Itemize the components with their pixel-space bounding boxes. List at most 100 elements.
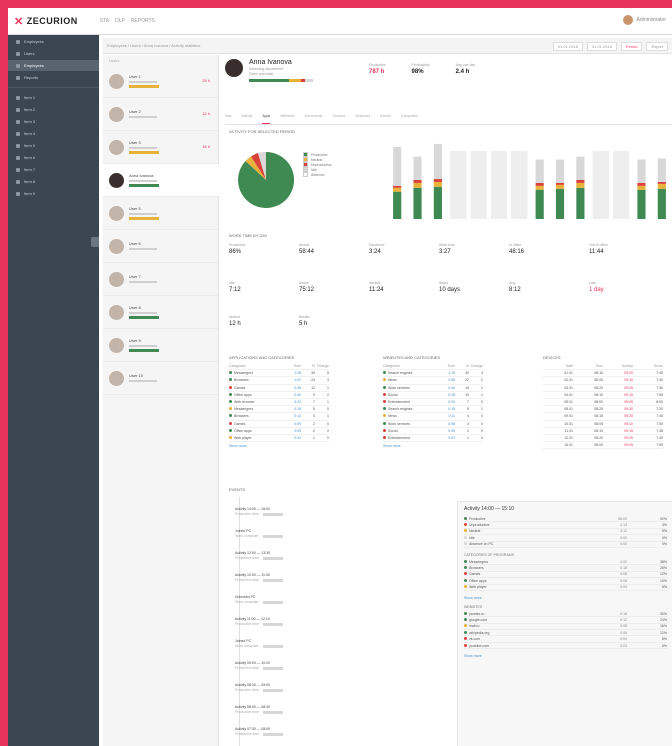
table-row[interactable]: 04.01 08:10 09:15 7:55	[543, 392, 663, 399]
event-item[interactable]: Activity 11:00 — 12:10 Productive time	[235, 617, 435, 626]
column-header[interactable]: Score	[633, 364, 663, 368]
bar-idle[interactable]	[413, 156, 422, 180]
bar-idle[interactable]	[637, 159, 646, 183]
bar-unproductive[interactable]	[535, 182, 544, 186]
table-row[interactable]: Browsers 0:12 3 1	[229, 413, 329, 421]
table-row[interactable]: Entertainment 0:02 1 0	[383, 435, 483, 443]
table-row[interactable]: Web player 0:03 1 0	[229, 435, 329, 443]
event-item[interactable]: Joined PC Work computer	[235, 529, 435, 538]
column-header[interactable]: Time	[287, 364, 301, 368]
detail-programs-more-link[interactable]: Show more	[464, 596, 667, 600]
column-header[interactable]: %	[301, 364, 315, 368]
bar-productive[interactable]	[637, 189, 646, 219]
column-header[interactable]: Date	[543, 364, 573, 368]
date-from[interactable]: 01.01.2018	[552, 42, 583, 51]
tab-apps[interactable]: Apps	[262, 114, 271, 124]
bar-idle[interactable]	[657, 158, 666, 182]
bar-productive[interactable]	[576, 187, 585, 219]
list-item[interactable]: User 3 18 h	[103, 131, 218, 164]
table-row[interactable]: 03.01 08:20 09:25 7:30	[543, 385, 663, 392]
column-header[interactable]: Categories	[383, 364, 441, 368]
bar-productive[interactable]	[413, 187, 422, 219]
period-button[interactable]: Period	[620, 42, 643, 51]
table-row[interactable]: Office apps 0:05 2 0	[229, 428, 329, 435]
table-row[interactable]: Work services 0:08 3 0	[383, 421, 483, 428]
bar-unproductive[interactable]	[393, 185, 402, 188]
table-row[interactable]: Social 0:28 10 1	[383, 392, 483, 399]
bar-productive[interactable]	[393, 191, 402, 219]
export-button[interactable]: Export	[646, 42, 668, 51]
topnav-item-reports[interactable]: REPORTS	[131, 18, 155, 24]
table-row[interactable]: youtube.com 0:03 6%	[464, 643, 667, 650]
sidebar-item[interactable]: Item 7	[8, 164, 99, 175]
bar-idle[interactable]	[433, 143, 442, 180]
list-item[interactable]: User 6	[103, 230, 218, 263]
bar-neutral[interactable]	[657, 183, 666, 189]
show-more-link[interactable]: Show more	[383, 444, 483, 448]
show-more-link[interactable]: Show more	[229, 444, 329, 448]
table-row[interactable]: 11.01 08:10 09:15 7:35	[543, 428, 663, 435]
bar-unproductive[interactable]	[433, 179, 442, 182]
sidebar-item[interactable]: Reports	[8, 72, 99, 83]
table-row[interactable]: Work services 0:40 14 1	[383, 385, 483, 392]
tab-keyboard[interactable]: Keyboard	[355, 114, 370, 124]
table-row[interactable]: 12.01 08:20 09:25 7:40	[543, 435, 663, 443]
user-menu[interactable]: Administrator	[622, 15, 666, 25]
table-row[interactable]: News 0:58 22 2	[383, 377, 483, 385]
table-row[interactable]: 08.01 08:25 09:30 7:20	[543, 406, 663, 414]
sidebar-item[interactable]: Item 5	[8, 140, 99, 151]
topnav-item-dlp[interactable]: DLP	[115, 18, 125, 24]
table-row[interactable]: 02.01 08:05 09:10 7:40	[543, 377, 663, 385]
detail-websites-more-link[interactable]: Show more	[464, 654, 667, 658]
sidebar-item[interactable]: Users	[8, 48, 99, 59]
table-row[interactable]: Search engines 1:15 30 4	[383, 370, 483, 378]
bar-idle[interactable]	[555, 159, 565, 183]
bar-unproductive[interactable]	[637, 182, 646, 186]
tab-events[interactable]: Events	[380, 114, 391, 124]
bar-neutral[interactable]	[637, 185, 646, 190]
list-item[interactable]: User 7	[103, 263, 218, 296]
table-row[interactable]: News 0:11 4 0	[383, 413, 483, 421]
column-header[interactable]: Change	[315, 364, 329, 368]
bar-idle[interactable]	[393, 146, 402, 186]
table-row[interactable]: 10.01 08:05 09:10 7:50	[543, 421, 663, 428]
column-header[interactable]: Change	[469, 364, 483, 368]
table-row[interactable]: 05.01 08:00 09:05 8:00	[543, 399, 663, 407]
column-header[interactable]: %	[455, 364, 469, 368]
table-row[interactable]: 01.01 08:15 09:20 7:45	[543, 370, 663, 378]
sidebar-item[interactable]: Item 9	[8, 188, 99, 199]
tab-websites[interactable]: Websites	[280, 114, 294, 124]
table-row[interactable]: Browsers 1:02 24 3	[229, 377, 329, 385]
table-row[interactable]: Entertainment 0:20 7 0	[383, 399, 483, 407]
event-item[interactable]: Activity 12:00 — 13:30 Productive time	[235, 551, 435, 560]
event-item[interactable]: Activity 10:00 — 11:30 Productive time	[235, 573, 435, 582]
table-row[interactable]: 09.01 08:15 09:20 7:45	[543, 413, 663, 421]
list-item[interactable]: User 5	[103, 197, 218, 230]
column-header[interactable]: Categories	[229, 364, 287, 368]
table-row[interactable]: Messengers 1:28 35 5	[229, 370, 329, 378]
table-row[interactable]: Web browser 0:22 7 1	[229, 399, 329, 407]
bar-neutral[interactable]	[413, 182, 422, 188]
table-row[interactable]: Search engines 0:15 5 1	[383, 406, 483, 414]
tab-screens[interactable]: Screens	[332, 114, 345, 124]
table-row[interactable]: 15.01 08:00 09:05 7:55	[543, 442, 663, 450]
tab-activity[interactable]: Activity	[241, 114, 252, 124]
bar-unproductive[interactable]	[555, 182, 565, 185]
collapse-sidebar-icon[interactable]	[91, 237, 99, 247]
table-row[interactable]: Games 0:09 2 0	[229, 421, 329, 428]
bar-productive[interactable]	[433, 186, 442, 219]
bar-unproductive[interactable]	[657, 181, 666, 184]
event-item[interactable]: Activity 07:30 — 08:00 Productive time	[235, 727, 435, 736]
event-item[interactable]: Unlocked PC Work computer	[235, 595, 435, 604]
sidebar-item[interactable]: Item 3	[8, 116, 99, 127]
bar-neutral[interactable]	[555, 184, 565, 189]
sidebar-item[interactable]: Employees	[8, 36, 99, 47]
list-item[interactable]: User 9	[103, 329, 218, 362]
tab-stat[interactable]: Stat	[225, 114, 231, 124]
bar-unproductive[interactable]	[413, 180, 422, 183]
bar-productive[interactable]	[555, 188, 565, 219]
bar-neutral[interactable]	[535, 185, 544, 190]
table-row[interactable]: Games 0:45 12 1	[229, 385, 329, 392]
list-item[interactable]: User 8	[103, 296, 218, 329]
event-item[interactable]: Activity 09:00 — 10:20 Productive time	[235, 661, 435, 670]
